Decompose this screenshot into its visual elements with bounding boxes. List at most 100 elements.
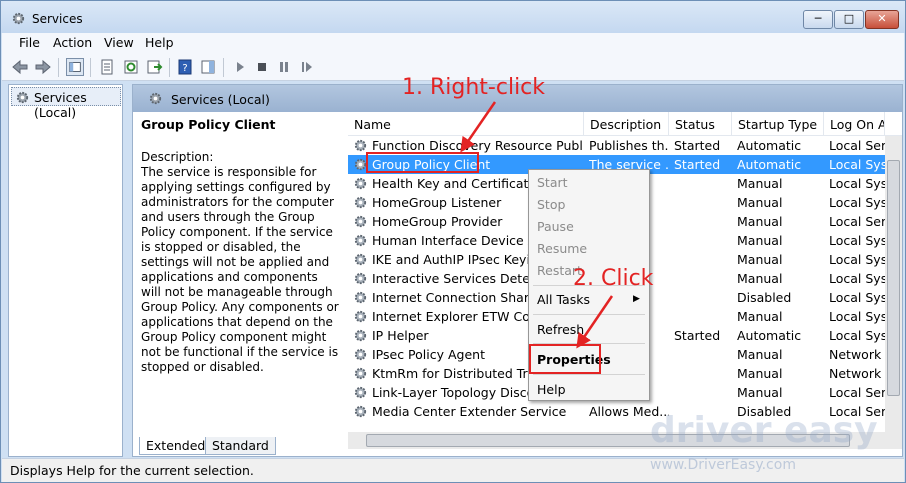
maximize-button[interactable]: □ bbox=[834, 10, 864, 29]
toolbar-separator bbox=[223, 58, 224, 77]
menu-item-refresh[interactable]: Refresh bbox=[537, 322, 584, 337]
cell-log-on-as: Network Service bbox=[829, 347, 885, 362]
console-tree-icon[interactable] bbox=[66, 58, 84, 76]
tab-standard[interactable]: Standard bbox=[205, 437, 276, 455]
description-pane: Group Policy Client Description: The ser… bbox=[133, 112, 345, 432]
service-gear-icon bbox=[354, 234, 367, 247]
service-gear-icon bbox=[354, 386, 367, 399]
cell-log-on-as: Local Service bbox=[829, 385, 885, 400]
status-text: Displays Help for the current selection. bbox=[10, 463, 254, 478]
menu-item-start[interactable]: Start bbox=[537, 175, 568, 190]
menu-action[interactable]: Action bbox=[53, 35, 92, 50]
cell-startup-type: Disabled bbox=[737, 290, 792, 305]
cell-status: Started bbox=[674, 138, 721, 153]
service-gear-icon bbox=[354, 272, 367, 285]
tab-extended[interactable]: Extended bbox=[139, 437, 213, 455]
export-list-icon[interactable] bbox=[145, 58, 163, 76]
cell-startup-type: Automatic bbox=[737, 157, 802, 172]
cell-log-on-as: Network Service bbox=[829, 366, 885, 381]
cell-startup-type: Manual bbox=[737, 195, 783, 210]
cell-name: Media Center Extender Service bbox=[372, 404, 567, 419]
services-gear-icon bbox=[16, 91, 29, 104]
menu-item-all-tasks[interactable]: All Tasks bbox=[537, 292, 590, 307]
cell-name: Function Discovery Resource Publication bbox=[372, 138, 582, 153]
column-description[interactable]: Description bbox=[584, 112, 669, 136]
column-status[interactable]: Status bbox=[669, 112, 732, 136]
properties-page-icon[interactable] bbox=[98, 58, 116, 76]
close-button[interactable]: ✕ bbox=[865, 10, 899, 29]
highlight-properties bbox=[529, 344, 601, 374]
service-gear-icon bbox=[354, 196, 367, 209]
watermark-brand: driver easy bbox=[650, 410, 878, 451]
vertical-scroll-thumb[interactable] bbox=[887, 160, 900, 396]
list-header: Name Description Status Startup Type Log… bbox=[348, 112, 902, 136]
forward-icon[interactable] bbox=[34, 58, 52, 76]
cell-startup-type: Manual bbox=[737, 214, 783, 229]
cell-startup-type: Automatic bbox=[737, 328, 802, 343]
submenu-arrow-icon: ▶ bbox=[633, 294, 640, 304]
cell-startup-type: Manual bbox=[737, 366, 783, 381]
vertical-scrollbar[interactable] bbox=[885, 136, 902, 432]
cell-startup-type: Manual bbox=[737, 176, 783, 191]
service-gear-icon bbox=[354, 310, 367, 323]
cell-log-on-as: Local System bbox=[829, 328, 885, 343]
description-label: Description: bbox=[141, 150, 214, 164]
service-gear-icon bbox=[354, 215, 367, 228]
menu-view[interactable]: View bbox=[104, 35, 134, 50]
svg-text:?: ? bbox=[182, 63, 187, 74]
annotation-step2: 2. Click bbox=[573, 266, 654, 291]
cell-log-on-as: Local System bbox=[829, 252, 885, 267]
menu-item-stop[interactable]: Stop bbox=[537, 197, 565, 212]
pause-service-icon[interactable] bbox=[275, 58, 293, 76]
column-name[interactable]: Name bbox=[348, 112, 584, 136]
toolbar-separator bbox=[169, 58, 170, 77]
menu-item-help[interactable]: Help bbox=[537, 382, 566, 397]
console-tree: Services (Local) bbox=[8, 84, 123, 457]
cell-log-on-as: Local System bbox=[829, 157, 885, 172]
cell-startup-type: Manual bbox=[737, 347, 783, 362]
back-icon[interactable] bbox=[11, 58, 29, 76]
watermark-url: www.DriverEasy.com bbox=[650, 457, 796, 473]
cell-description: Publishes th... bbox=[589, 138, 669, 153]
cell-log-on-as: Local System bbox=[829, 195, 885, 210]
menu-item-resume[interactable]: Resume bbox=[537, 241, 587, 256]
stop-service-icon[interactable] bbox=[253, 58, 271, 76]
description-text: The service is responsible for applying … bbox=[141, 165, 339, 374]
cell-log-on-as: Local System bbox=[829, 309, 885, 324]
service-gear-icon bbox=[354, 329, 367, 342]
menu-help[interactable]: Help bbox=[145, 35, 174, 50]
cell-status: Started bbox=[674, 157, 721, 172]
cell-startup-type: Manual bbox=[737, 385, 783, 400]
title-bar: Services ─ □ ✕ bbox=[1, 1, 905, 33]
start-service-icon[interactable] bbox=[231, 58, 249, 76]
tree-item-services-local[interactable]: Services (Local) bbox=[11, 87, 121, 120]
service-gear-icon bbox=[354, 367, 367, 380]
menu-item-pause[interactable]: Pause bbox=[537, 219, 574, 234]
help-book-icon[interactable]: ? bbox=[176, 58, 194, 76]
minimize-button[interactable]: ─ bbox=[803, 10, 833, 29]
cell-log-on-as: Local System bbox=[829, 271, 885, 286]
service-gear-icon bbox=[354, 253, 367, 266]
cell-log-on-as: Local Service bbox=[829, 138, 885, 153]
service-gear-icon bbox=[354, 348, 367, 361]
column-log-on-as[interactable]: Log On As bbox=[824, 112, 885, 136]
services-gear-icon bbox=[149, 92, 162, 105]
action-pane-icon[interactable] bbox=[199, 58, 217, 76]
annotation-step1: 1. Right-click bbox=[402, 75, 546, 100]
toolbar-separator bbox=[58, 58, 59, 77]
cell-log-on-as: Local System bbox=[829, 290, 885, 305]
cell-startup-type: Automatic bbox=[737, 138, 802, 153]
menu-file[interactable]: File bbox=[19, 35, 40, 50]
service-gear-icon bbox=[354, 291, 367, 304]
refresh-icon[interactable] bbox=[122, 58, 140, 76]
menu-separator bbox=[533, 314, 645, 315]
column-startup-type[interactable]: Startup Type bbox=[732, 112, 824, 136]
cell-log-on-as: Local System bbox=[829, 233, 885, 248]
tree-item-label: Services (Local) bbox=[34, 90, 87, 120]
highlight-group-policy-client bbox=[366, 152, 479, 173]
restart-service-icon[interactable] bbox=[298, 58, 316, 76]
panel-title: Services (Local) bbox=[171, 92, 270, 107]
cell-startup-type: Manual bbox=[737, 271, 783, 286]
menu-separator bbox=[533, 374, 645, 375]
service-gear-icon bbox=[354, 177, 367, 190]
